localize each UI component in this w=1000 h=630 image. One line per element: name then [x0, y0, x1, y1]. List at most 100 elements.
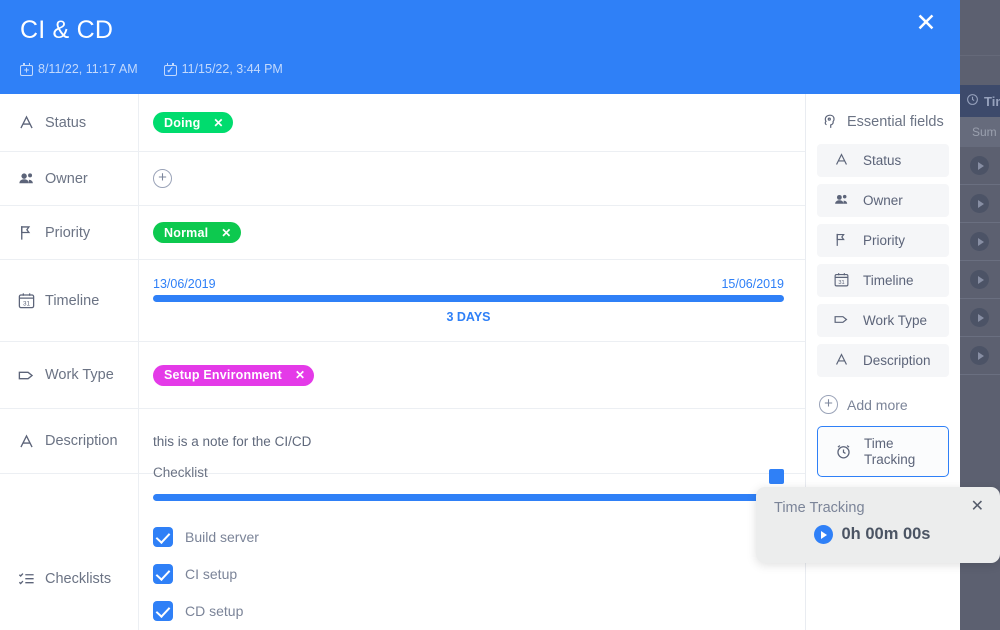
alarm-clock-icon: [834, 442, 853, 461]
checklist-item-label: Build server: [185, 529, 259, 545]
priority-tag-label: Normal: [164, 225, 209, 240]
flag-icon: [17, 223, 36, 242]
work-type-tag[interactable]: Setup Environment ✕: [153, 364, 315, 386]
field-value-timeline: 13/06/2019 15/06/2019 3 DAYS: [139, 260, 805, 341]
remove-icon[interactable]: ✕: [295, 368, 305, 382]
checklist-items: Build server CI setup CD setup: [153, 519, 784, 630]
brain-icon: [819, 112, 838, 131]
table-row: [960, 261, 1000, 299]
time-tracking-popup: Time Tracking ✕ 0h 00m 00s: [756, 487, 1000, 563]
status-tag[interactable]: Doing ✕: [153, 112, 233, 133]
timeline-widget[interactable]: 13/06/2019 15/06/2019 3 DAYS: [153, 277, 805, 324]
checklist-count-badge[interactable]: [769, 468, 784, 484]
checkbox-icon[interactable]: [153, 601, 173, 621]
created-date: + 8/11/22, 11:17 AM: [20, 62, 138, 76]
field-row-priority: Priority Normal ✕: [0, 206, 805, 260]
field-name: Owner: [45, 170, 88, 187]
field-label-checklists: Checklists: [0, 474, 139, 630]
timeline-duration: 3 DAYS: [446, 310, 491, 324]
background-header-label: Tim: [984, 93, 1000, 109]
panel-heading: Essential fields: [806, 106, 960, 131]
field-label-status: Status: [0, 94, 139, 151]
sidebar-item-status[interactable]: Status: [817, 144, 949, 177]
updated-date: ✓ 11/15/22, 3:44 PM: [163, 62, 283, 76]
field-row-owner: Owner +: [0, 152, 805, 206]
time-tracking-label: Time Tracking: [864, 436, 915, 468]
table-row: [960, 223, 1000, 261]
text-field-icon: [833, 151, 852, 170]
field-value-description[interactable]: this is a note for the CI/CD: [139, 409, 805, 473]
add-owner-button[interactable]: +: [153, 169, 172, 188]
sidebar-item-label: Description: [863, 353, 931, 368]
timeline-end-date: 15/06/2019: [721, 277, 784, 291]
remove-icon[interactable]: ✕: [213, 116, 223, 130]
close-icon[interactable]: ✕: [911, 8, 941, 38]
sidebar-item-time-tracking[interactable]: Time Tracking: [817, 426, 949, 477]
checkbox-icon[interactable]: [153, 564, 173, 584]
sidebar-item-priority[interactable]: Priority: [817, 224, 949, 257]
field-name: Status: [45, 114, 87, 131]
play-icon: [970, 194, 989, 213]
sidebar-item-timeline[interactable]: 31 Timeline: [817, 264, 949, 297]
field-label-owner: Owner: [0, 152, 139, 205]
field-row-status: Status Doing ✕: [0, 94, 805, 152]
sidebar-item-label: Timeline: [863, 273, 914, 288]
popup-title: Time Tracking: [774, 500, 865, 516]
text-field-icon: [17, 113, 36, 132]
field-name: Description: [45, 433, 118, 449]
status-tag-label: Doing: [164, 115, 201, 130]
list-item[interactable]: Build server: [153, 519, 784, 556]
play-icon[interactable]: [813, 525, 833, 544]
screen: Tim Sum CI & CD + 8/11/22, 11:17 AM: [0, 0, 1000, 630]
background-top-strip: [960, 0, 1000, 85]
svg-text:31: 31: [23, 300, 31, 307]
field-value-checklists: Checklist Build server CI setup CD setup: [139, 465, 805, 630]
panel-heading-label: Essential fields: [847, 113, 944, 130]
calendar-31-icon: 31: [833, 271, 852, 290]
remove-icon[interactable]: ✕: [221, 226, 231, 240]
calendar-31-icon: 31: [17, 291, 36, 310]
elapsed-time: 0h 00m 00s: [841, 525, 931, 543]
table-row: [960, 147, 1000, 185]
field-name: Priority: [45, 224, 91, 241]
field-label-description: Description: [0, 409, 139, 473]
table-row: [960, 337, 1000, 375]
checkbox-icon[interactable]: [153, 527, 173, 547]
modal-header: CI & CD + 8/11/22, 11:17 AM ✓ 11/15/22, …: [0, 0, 960, 94]
sidebar-item-description[interactable]: Description: [817, 344, 949, 377]
play-icon: [970, 346, 989, 365]
calendar-check-icon: ✓: [163, 62, 177, 76]
close-icon[interactable]: ✕: [971, 499, 984, 515]
sidebar-item-label: Status: [863, 153, 902, 168]
sidebar-item-label: Owner: [863, 193, 903, 208]
tag-icon: [833, 311, 852, 330]
field-label-priority: Priority: [0, 206, 139, 259]
field-row-work-type: Work Type Setup Environment ✕: [0, 342, 805, 409]
checklist-item-label: CD setup: [185, 603, 244, 619]
list-item[interactable]: CI setup: [153, 556, 784, 593]
checklist-title: Checklist: [153, 464, 208, 480]
sidebar-item-work-type[interactable]: Work Type: [817, 304, 949, 337]
field-value-status: Doing ✕: [139, 94, 805, 151]
field-name: Work Type: [45, 367, 114, 383]
created-date-text: 8/11/22, 11:17 AM: [38, 62, 138, 76]
play-icon: [970, 156, 989, 175]
description-text: this is a note for the CI/CD: [153, 433, 312, 449]
field-value-owner: +: [139, 152, 805, 205]
field-row-checklists: Checklists Checklist Build server CI set…: [0, 465, 805, 630]
priority-tag[interactable]: Normal ✕: [153, 222, 241, 243]
calendar-plus-icon: +: [20, 62, 33, 76]
field-name: Timeline: [45, 292, 100, 309]
time-tracking-line1: Time: [864, 435, 894, 451]
text-field-icon: [833, 351, 852, 370]
table-row: [960, 299, 1000, 337]
page-title: CI & CD: [20, 16, 114, 44]
checklist-widget: Checklist Build server CI setup CD setup: [153, 465, 805, 630]
field-name: Checklists: [45, 571, 112, 587]
field-value-priority: Normal ✕: [139, 206, 805, 259]
list-item[interactable]: CD setup: [153, 593, 784, 630]
sidebar-item-owner[interactable]: Owner: [817, 184, 949, 217]
checklist-item-label: CI setup: [185, 566, 238, 582]
field-label-work-type: Work Type: [0, 342, 139, 408]
add-more-button[interactable]: + Add more: [806, 377, 960, 414]
